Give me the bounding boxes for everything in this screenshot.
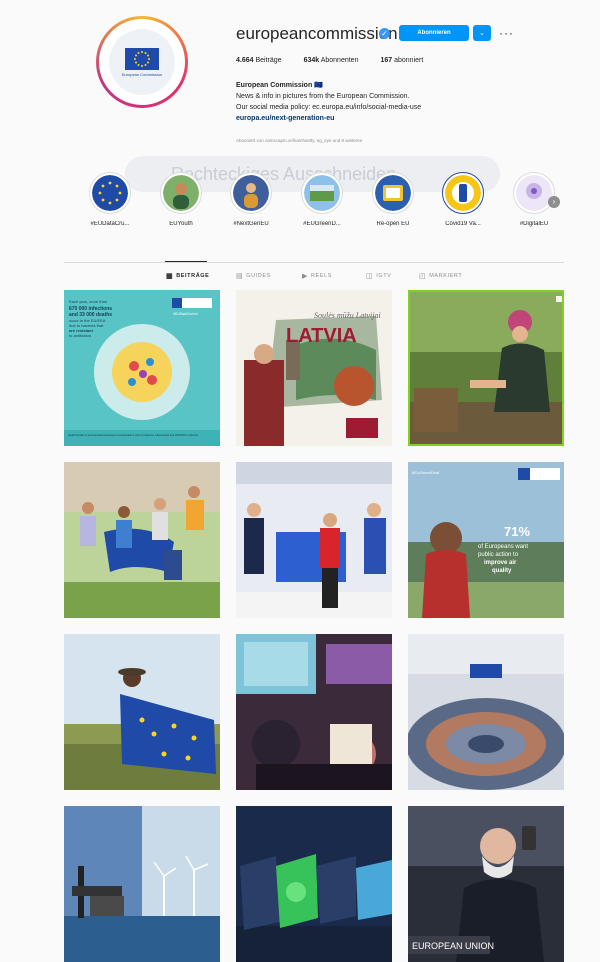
p1-tag: #EUDataCrunch xyxy=(173,312,198,316)
chevron-right-icon[interactable]: › xyxy=(548,196,560,208)
followed-by-text[interactable]: Abonniert von camscapm.vehiamhantly, eg_… xyxy=(236,138,362,143)
highlight-cover xyxy=(304,175,340,211)
bio-line: News & info in pictures from the Europea… xyxy=(236,93,410,100)
highlight-label: #EUDataCru... xyxy=(90,221,130,227)
post-thumbnail[interactable] xyxy=(64,634,220,790)
highlight-item[interactable]: EUYouth xyxy=(151,172,211,227)
tabs-divider xyxy=(64,262,564,263)
grid-icon: ▦ xyxy=(166,273,174,280)
guides-icon: ▤ xyxy=(236,273,244,280)
post-thumbnail[interactable]: Each year, more than 670 000 infections … xyxy=(64,290,220,446)
speaker-eu-union-photo: EUROPEAN UNION xyxy=(408,806,564,962)
instagram-profile-page: European Commission europeancommission ✓… xyxy=(0,0,600,962)
verified-badge-icon: ✓ xyxy=(379,28,390,39)
highlight-cover xyxy=(375,175,411,211)
highlight-ring xyxy=(442,172,484,214)
post-thumbnail[interactable] xyxy=(236,462,392,618)
profile-avatar[interactable]: European Commission xyxy=(96,16,188,108)
post-thumbnail[interactable] xyxy=(64,806,220,962)
p6-text: improve air xyxy=(484,560,517,566)
profile-stats: 4.664 Beiträge 634k Abonnenten 167 abonn… xyxy=(236,57,423,64)
post-thumbnail[interactable] xyxy=(236,634,392,790)
bio-link[interactable]: europa.eu/next-generation-eu xyxy=(236,113,536,124)
avatar-frame: European Commission xyxy=(99,19,185,105)
youth-jumping-photo xyxy=(64,462,220,618)
conference-photo xyxy=(236,634,392,790)
p6-text: public action to xyxy=(478,552,519,558)
bio-name: European Commission 🇪🇺 xyxy=(236,82,323,89)
highlight-item[interactable]: Re-open EU xyxy=(363,172,423,227)
tab-reels[interactable]: ▶ REELS xyxy=(302,272,332,280)
highlight-cover xyxy=(92,175,128,211)
highlight-item[interactable]: #EUDataCru... xyxy=(80,172,140,227)
post-thumbnail[interactable]: Soulės mūžu Latvijai LATVIA xyxy=(236,290,392,446)
tab-guides[interactable]: ▤ GUIDES xyxy=(236,272,271,280)
highlight-ring xyxy=(301,172,343,214)
post-thumbnail[interactable] xyxy=(408,634,564,790)
highlight-ring xyxy=(89,172,131,214)
highlight-ring xyxy=(372,172,414,214)
p6-text: quality xyxy=(492,568,512,574)
reels-icon: ▶ xyxy=(302,273,308,280)
parliament-hemicycle-photo xyxy=(408,634,564,790)
highlight-label: #DigitalEU xyxy=(519,221,549,227)
solar-panels-night-photo xyxy=(236,806,392,962)
post-thumbnail[interactable] xyxy=(408,290,564,446)
highlight-cover xyxy=(445,175,481,211)
p6-text: of Europeans want xyxy=(478,544,528,550)
post-thumbnail[interactable] xyxy=(236,806,392,962)
highlight-label: Re-open EU xyxy=(376,221,410,227)
p12-sign: EUROPEAN UNION xyxy=(412,941,494,951)
post-thumbnail[interactable]: EUROPEAN UNION xyxy=(408,806,564,962)
post-thumbnail[interactable] xyxy=(64,462,220,618)
bio-line: Our social media policy: ec.europa.eu/in… xyxy=(236,104,422,111)
profile-bio: European Commission 🇪🇺 News & info in pi… xyxy=(236,80,536,124)
air-quality-graphic: #EUGreenDeal 71% of Europeans want publi… xyxy=(408,462,564,618)
follow-button[interactable]: Abonnieren xyxy=(399,25,469,41)
p1-text: Each year, more than xyxy=(69,299,107,304)
highlight-cover xyxy=(163,175,199,211)
tab-tagged[interactable]: ◰ MARKIERT xyxy=(419,272,462,280)
posts-stat: 4.664 Beiträge xyxy=(236,57,282,64)
tab-posts[interactable]: ▦ BEITRÄGE xyxy=(166,272,209,280)
avatar-logo: European Commission xyxy=(109,29,175,95)
highlight-cover xyxy=(233,175,269,211)
highlight-label: #NextGenEU xyxy=(233,221,269,227)
highlight-item[interactable]: #NextGenEU xyxy=(221,172,281,227)
eu-flag-field-photo xyxy=(64,634,220,790)
p1-text: to antibiotics xyxy=(69,333,91,338)
highlight-ring xyxy=(160,172,202,214)
offshore-energy-photo xyxy=(64,806,220,962)
highlight-label: EUYouth xyxy=(169,221,193,227)
suggestions-dropdown-button[interactable]: ⌄ xyxy=(473,25,491,41)
p1-footer: Health burden of antimicrobial resistanc… xyxy=(68,433,198,437)
tagged-icon: ◰ xyxy=(419,273,427,280)
highlight-label: #EUGreenD... xyxy=(303,221,341,227)
p6-tag: #EUGreenDeal xyxy=(412,470,439,475)
avatar-caption: European Commission xyxy=(121,71,163,77)
lab-visit-photo xyxy=(236,462,392,618)
more-options-icon[interactable]: ··· xyxy=(499,26,514,40)
highlight-ring xyxy=(513,172,555,214)
igtv-icon: ◫ xyxy=(366,273,374,280)
highlight-item[interactable]: Covid19 Va... xyxy=(433,172,493,227)
active-tab-indicator xyxy=(165,261,207,262)
profile-username: europeancommission xyxy=(236,24,398,43)
followers-stat[interactable]: 634k Abonnenten xyxy=(304,57,359,64)
highlight-cover xyxy=(516,175,552,211)
tab-igtv[interactable]: ◫ IGTV xyxy=(366,272,391,280)
highlight-label: Covid19 Va... xyxy=(445,221,481,227)
highlight-ring xyxy=(230,172,272,214)
amr-infographic: Each year, more than 670 000 infections … xyxy=(64,290,220,446)
p6-big: 71% xyxy=(504,524,530,539)
eu-flag-icon xyxy=(125,47,159,70)
latvia-collage: Soulės mūžu Latvijai LATVIA xyxy=(236,290,392,446)
p2-script: Soulės mūžu Latvijai xyxy=(314,311,381,320)
highlight-item[interactable]: #EUGreenD... xyxy=(292,172,352,227)
post-thumbnail[interactable]: #EUGreenDeal 71% of Europeans want publi… xyxy=(408,462,564,618)
forest-planting-photo xyxy=(410,292,562,444)
following-stat[interactable]: 167 abonniert xyxy=(380,57,423,64)
p2-title: LATVIA xyxy=(286,325,357,347)
